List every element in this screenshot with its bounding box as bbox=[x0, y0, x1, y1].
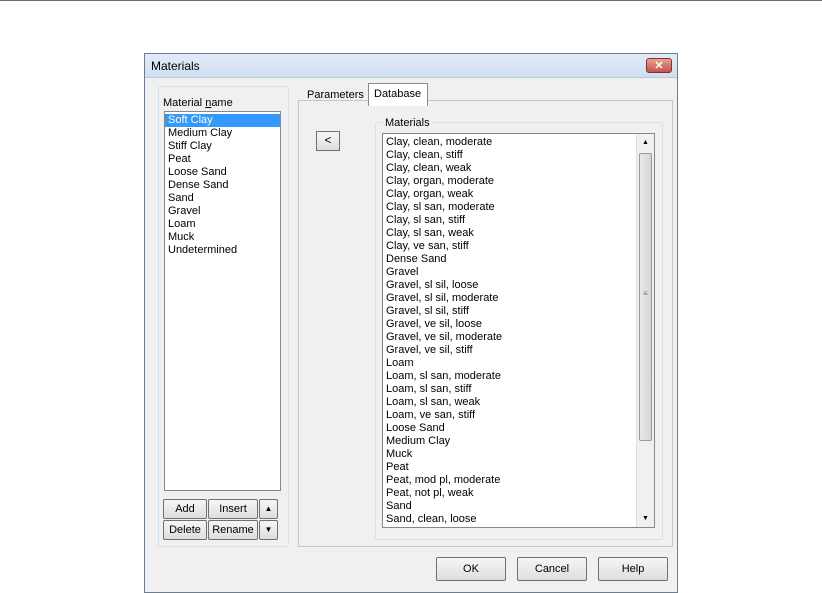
list-item[interactable]: Loose Sand bbox=[386, 422, 502, 435]
materials-database-list[interactable]: Clay, clean, moderate Clay, clean, stiff C… bbox=[382, 133, 655, 528]
materials-database-items: Clay, clean, moderate Clay, clean, stiff C… bbox=[386, 136, 502, 526]
list-item[interactable]: Clay, clean, moderate bbox=[386, 136, 502, 149]
scroll-up-button[interactable]: ▲ bbox=[637, 134, 654, 151]
list-item[interactable]: Sand bbox=[165, 192, 280, 205]
list-item[interactable]: Dense Sand bbox=[165, 179, 280, 192]
close-icon: ✕ bbox=[654, 60, 664, 72]
list-item[interactable]: Gravel bbox=[165, 205, 280, 218]
list-item[interactable]: Loam, ve san, stiff bbox=[386, 409, 502, 422]
scroll-down-button[interactable]: ▼ bbox=[637, 510, 654, 527]
list-item[interactable]: Loam, sl san, stiff bbox=[386, 383, 502, 396]
list-item[interactable]: Sand bbox=[386, 500, 502, 513]
material-name-group: Material name Soft Clay Medium Clay Stiff … bbox=[158, 86, 289, 547]
chevron-left-icon: < bbox=[324, 133, 332, 147]
list-item[interactable]: Medium Clay bbox=[386, 435, 502, 448]
list-item[interactable]: Soft Clay bbox=[165, 114, 280, 127]
list-item[interactable]: Loose Sand bbox=[165, 166, 280, 179]
list-item[interactable]: Loam bbox=[386, 357, 502, 370]
list-item[interactable]: Loam bbox=[165, 218, 280, 231]
list-item[interactable]: Gravel, sl sil, loose bbox=[386, 279, 502, 292]
tab-database[interactable]: Database bbox=[368, 83, 428, 106]
list-item[interactable]: Undetermined bbox=[165, 244, 280, 257]
delete-button[interactable]: Delete bbox=[163, 520, 207, 540]
list-item[interactable]: Sand, clean, loose bbox=[386, 513, 502, 526]
add-button[interactable]: Add bbox=[163, 499, 207, 519]
list-item[interactable]: Muck bbox=[165, 231, 280, 244]
material-name-label: Material name bbox=[163, 97, 233, 109]
move-down-button[interactable]: ▼ bbox=[259, 520, 278, 540]
list-item[interactable]: Gravel, sl sil, moderate bbox=[386, 292, 502, 305]
title-bar[interactable]: Materials ✕ bbox=[145, 54, 677, 78]
list-item[interactable]: Gravel, ve sil, loose bbox=[386, 318, 502, 331]
list-item[interactable]: Clay, sl san, moderate bbox=[386, 201, 502, 214]
close-button[interactable]: ✕ bbox=[646, 58, 672, 73]
list-item[interactable]: Gravel, sl sil, stiff bbox=[386, 305, 502, 318]
ok-button[interactable]: OK bbox=[436, 557, 506, 581]
copy-to-list-button[interactable]: < bbox=[316, 131, 340, 151]
list-item[interactable]: Clay, organ, weak bbox=[386, 188, 502, 201]
list-item[interactable]: Clay, clean, weak bbox=[386, 162, 502, 175]
help-button[interactable]: Help bbox=[598, 557, 668, 581]
list-item[interactable]: Gravel bbox=[386, 266, 502, 279]
scroll-down-icon: ▼ bbox=[642, 515, 649, 522]
list-item[interactable]: Loam, sl san, moderate bbox=[386, 370, 502, 383]
list-item[interactable]: Peat, mod pl, moderate bbox=[386, 474, 502, 487]
vertical-scrollbar[interactable]: ▲ ≡ ▼ bbox=[636, 134, 654, 527]
top-divider bbox=[0, 0, 822, 1]
scroll-up-icon: ▲ bbox=[642, 139, 649, 146]
arrow-down-icon: ▼ bbox=[264, 525, 273, 534]
tab-parameters[interactable]: Parameters bbox=[302, 85, 368, 106]
list-item[interactable]: Gravel, ve sil, moderate bbox=[386, 331, 502, 344]
materials-dialog: Materials ✕ Material name Soft Clay Mediu… bbox=[144, 53, 678, 593]
list-item[interactable]: Clay, organ, moderate bbox=[386, 175, 502, 188]
list-item[interactable]: Muck bbox=[386, 448, 502, 461]
window-title: Materials bbox=[151, 59, 200, 73]
rename-button[interactable]: Rename bbox=[208, 520, 258, 540]
list-item[interactable]: Clay, sl san, stiff bbox=[386, 214, 502, 227]
list-item[interactable]: Clay, clean, stiff bbox=[386, 149, 502, 162]
list-item[interactable]: Loam, sl san, weak bbox=[386, 396, 502, 409]
scrollbar-thumb[interactable]: ≡ bbox=[639, 153, 652, 441]
material-name-list[interactable]: Soft Clay Medium Clay Stiff Clay Peat Loose … bbox=[164, 111, 281, 491]
list-item[interactable]: Peat bbox=[386, 461, 502, 474]
insert-button[interactable]: Insert bbox=[208, 499, 258, 519]
list-item[interactable]: Clay, sl san, weak bbox=[386, 227, 502, 240]
grip-icon: ≡ bbox=[643, 289, 648, 298]
list-item[interactable]: Peat, not pl, weak bbox=[386, 487, 502, 500]
cancel-button[interactable]: Cancel bbox=[517, 557, 587, 581]
arrow-up-icon: ▲ bbox=[264, 504, 273, 513]
list-item[interactable]: Gravel, ve sil, stiff bbox=[386, 344, 502, 357]
materials-database-label: Materials bbox=[383, 117, 432, 129]
list-item[interactable]: Dense Sand bbox=[386, 253, 502, 266]
list-item[interactable]: Peat bbox=[165, 153, 280, 166]
move-up-button[interactable]: ▲ bbox=[259, 499, 278, 519]
list-item[interactable]: Stiff Clay bbox=[165, 140, 280, 153]
list-item[interactable]: Clay, ve san, stiff bbox=[386, 240, 502, 253]
list-item[interactable]: Medium Clay bbox=[165, 127, 280, 140]
